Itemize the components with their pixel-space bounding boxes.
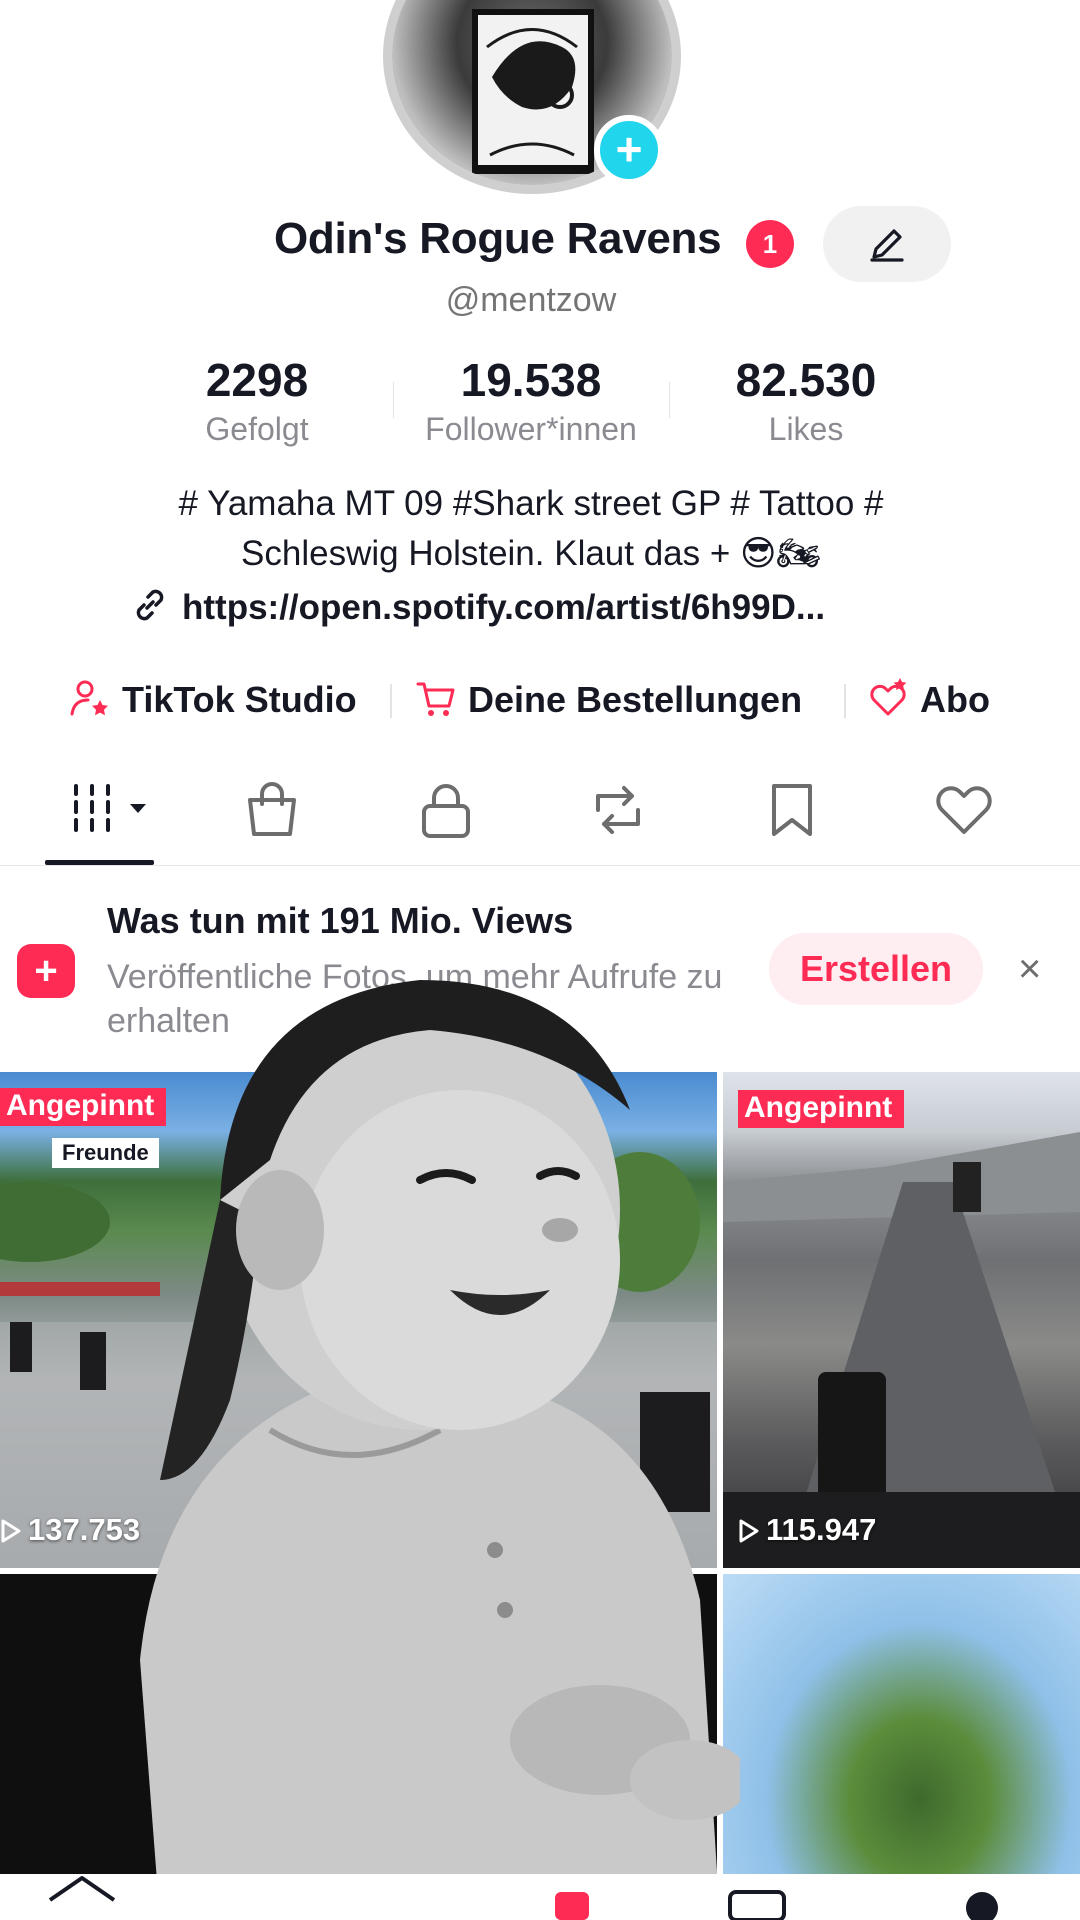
subscription-button[interactable]: Abo [866, 676, 990, 721]
stat-likes-value: 82.530 [735, 354, 877, 406]
add-story-plus-icon[interactable]: + [594, 115, 664, 185]
bio-line-1: # Yamaha MT 09 #Shark street GP # Tattoo… [178, 484, 884, 523]
stat-divider [393, 382, 394, 418]
pinned-badge: Angepinnt [738, 1090, 905, 1128]
bio-line-2: Schleswig Holstein. Klaut das + 😎🏍 [241, 534, 821, 573]
stat-followers-value: 19.538 [460, 354, 602, 406]
profile-username: @mentzow [445, 281, 617, 319]
promo-title: Was tun mit 191 Mio. Views [107, 900, 574, 941]
video-thumbnail [723, 1132, 1080, 1568]
close-icon[interactable]: × [1018, 946, 1041, 992]
heart-star-icon [870, 678, 907, 716]
tiktok-studio-button[interactable]: TikTok Studio [68, 676, 357, 721]
stat-likes[interactable]: 82.530 Likes [686, 353, 926, 448]
stat-following-value: 2298 [205, 354, 309, 406]
tab-videos[interactable] [70, 780, 150, 845]
videos-grid-icon [74, 784, 146, 832]
tabs-divider [0, 865, 1080, 866]
stat-divider [669, 382, 670, 418]
lock-icon [422, 784, 470, 838]
pencil-icon [870, 229, 904, 262]
create-button[interactable]: Erstellen [769, 933, 983, 1005]
profile-display-name: Odin's Rogue Ravens [274, 214, 722, 263]
tab-reposts[interactable] [588, 780, 648, 845]
person-star-icon [70, 680, 108, 716]
video-tile[interactable]: Angepinnt 115.947 [723, 1072, 1080, 1568]
cart-icon [416, 682, 455, 716]
baby-meme-overlay [100, 960, 740, 1920]
bio-link[interactable]: https://open.spotify.com/artist/6h99D... [130, 585, 825, 628]
photo-plus-icon: + [17, 944, 75, 998]
shop-bag-icon [248, 782, 296, 836]
orders-button[interactable]: Deine Bestellungen [414, 676, 802, 721]
video-tile[interactable] [723, 1574, 1080, 1874]
chip-divider [390, 684, 392, 718]
stat-following[interactable]: 2298 Gefolgt [137, 353, 377, 448]
inbox-icon [728, 1890, 786, 1920]
edit-profile-button[interactable] [823, 206, 951, 282]
orders-label: Deine Bestellungen [468, 679, 803, 720]
subscription-label: Abo [920, 679, 990, 720]
home-icon [48, 1876, 116, 1902]
stat-followers[interactable]: 19.538 Follower*innen [411, 353, 651, 448]
bottom-navigation [0, 1874, 1080, 1920]
tab-saved[interactable] [764, 780, 820, 845]
stat-followers-label: Follower*innen [425, 411, 637, 447]
tab-shop[interactable] [244, 780, 300, 845]
chip-divider [844, 684, 846, 718]
play-icon [1, 1519, 21, 1543]
bio-link-text: https://open.spotify.com/artist/6h99D... [182, 588, 826, 627]
tiktok-studio-label: TikTok Studio [122, 679, 357, 720]
create-plus-icon [555, 1892, 589, 1920]
profile-icon [966, 1892, 998, 1920]
link-icon [136, 589, 164, 621]
tab-liked[interactable] [934, 780, 994, 845]
notification-badge[interactable]: 1 [746, 220, 794, 268]
tab-private[interactable] [418, 780, 474, 845]
play-icon [739, 1519, 759, 1543]
stat-following-label: Gefolgt [205, 411, 309, 447]
bookmark-icon [772, 784, 812, 836]
view-count: 115.947 [738, 1512, 876, 1548]
view-count-value: 115.947 [766, 1512, 877, 1547]
heart-icon [936, 786, 992, 834]
stat-likes-label: Likes [768, 411, 844, 447]
repost-icon [596, 786, 640, 834]
